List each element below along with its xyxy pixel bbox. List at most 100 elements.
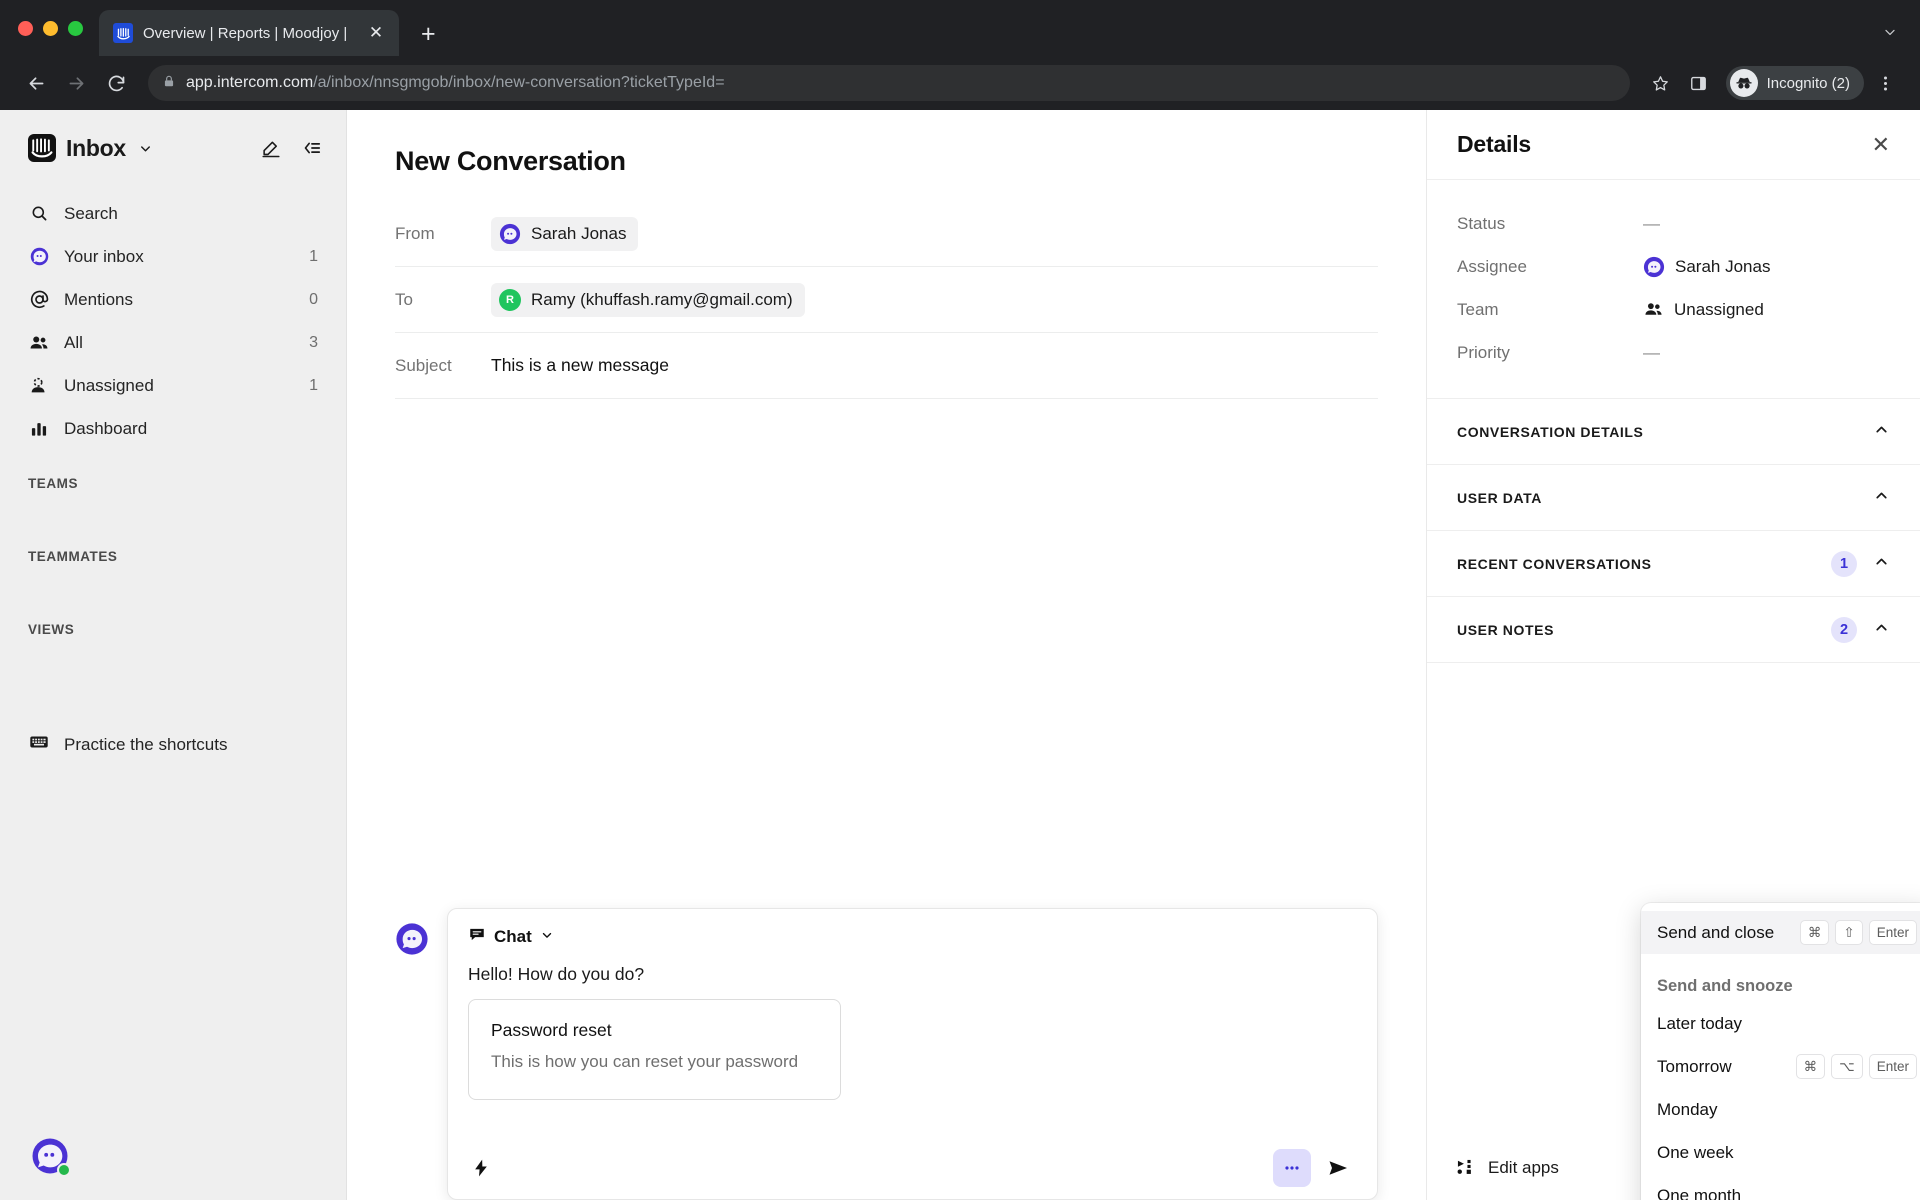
status-badge: 2 [1831, 616, 1857, 643]
key-enter: Enter [1868, 1054, 1917, 1079]
close-icon[interactable]: ✕ [1872, 133, 1890, 156]
side-panel-icon[interactable] [1682, 66, 1716, 100]
menu-item-label: Tomorrow [1657, 1056, 1732, 1076]
edit-apps-button[interactable]: Edit apps [1457, 1158, 1559, 1178]
shortcut-keys: ⌘ ⇧ Enter [1799, 920, 1917, 945]
attribute-row-team: Team Unassigned [1457, 288, 1890, 331]
conversation-composer-area: New Conversation From Sarah Jonas To R R… [347, 110, 1426, 908]
profile-incognito-button[interactable]: Incognito (2) [1725, 66, 1864, 100]
chevron-up-icon[interactable] [1873, 487, 1890, 509]
chevron-down-icon[interactable] [138, 141, 153, 156]
section-controls [1873, 421, 1890, 443]
avatar[interactable] [30, 1136, 71, 1177]
sidebar-item-search[interactable]: Search [16, 192, 330, 235]
attribute-key: Assignee [1457, 256, 1527, 276]
browser-tab[interactable]: Overview | Reports | Moodjoy | ✕ [99, 10, 399, 56]
sidebar-section-teams[interactable]: TEAMS [28, 476, 318, 491]
composer-type-selector[interactable]: Chat [468, 925, 554, 948]
sidebar-section-teammates[interactable]: TEAMMATES [28, 549, 318, 564]
composer-message-text[interactable]: Hello! How do you do? [468, 964, 1357, 985]
menu-item-monday[interactable]: Monday [1641, 1088, 1920, 1131]
browser-menu-icon[interactable] [1868, 66, 1902, 100]
close-tab-icon[interactable]: ✕ [365, 23, 387, 43]
minimize-window-button[interactable] [43, 20, 58, 36]
new-tab-button[interactable]: + [421, 22, 436, 47]
attribute-value[interactable]: — [1643, 343, 1660, 363]
key-cmd: ⌘ [1799, 920, 1830, 945]
subject-input[interactable]: This is a new message [491, 355, 669, 376]
details-section-recent-conversations[interactable]: RECENT CONVERSATIONS 1 [1427, 531, 1920, 597]
lightning-icon[interactable] [468, 1155, 494, 1181]
attribute-value-wrap[interactable]: Unassigned [1643, 299, 1764, 320]
sidebar-item-count: 0 [309, 290, 318, 308]
sidebar-item-label: Mentions [64, 289, 133, 309]
edit-apps-label: Edit apps [1488, 1158, 1559, 1177]
from-sender-chip[interactable]: Sarah Jonas [491, 216, 639, 251]
sidebar-header: Inbox [0, 110, 346, 162]
details-section-user-notes[interactable]: USER NOTES 2 [1427, 597, 1920, 663]
section-title: RECENT CONVERSATIONS [1457, 555, 1652, 572]
back-button[interactable] [18, 65, 54, 101]
compose-icon[interactable] [260, 137, 282, 159]
section-title: USER NOTES [1457, 621, 1555, 638]
practice-shortcuts-link[interactable]: Practice the shortcuts [0, 731, 346, 758]
attribute-value: Unassigned [1674, 299, 1764, 319]
attribute-value[interactable]: — [1643, 214, 1660, 234]
chat-bubble-icon [468, 925, 486, 948]
address-bar[interactable]: app.intercom.com/a/inbox/nnsgmgob/inbox/… [148, 65, 1630, 101]
chevron-up-icon[interactable] [1873, 553, 1890, 575]
avatar [499, 223, 521, 245]
tab-title: Overview | Reports | Moodjoy | [143, 24, 348, 42]
send-options-menu: Send and close ⌘ ⇧ Enter Send and snooze… [1641, 903, 1920, 1200]
bookmark-star-icon[interactable] [1644, 66, 1678, 100]
incognito-icon [1729, 69, 1758, 97]
maximize-window-button[interactable] [68, 20, 83, 36]
section-title: USER DATA [1457, 489, 1542, 506]
sidebar-item-unassigned[interactable]: Unassigned 1 [16, 364, 330, 407]
sidebar-item-all[interactable]: All 3 [16, 321, 330, 364]
section-title: CONVERSATION DETAILS [1457, 423, 1644, 440]
collapse-sidebar-icon[interactable] [300, 137, 322, 159]
apps-grid-icon [1457, 1159, 1476, 1178]
unassigned-person-icon [28, 375, 50, 397]
intercom-logo-icon [28, 134, 56, 162]
chevron-up-icon[interactable] [1873, 421, 1890, 443]
more-options-icon[interactable] [1273, 1149, 1311, 1187]
sidebar-item-label: Your inbox [64, 246, 144, 266]
chevron-up-icon[interactable] [1873, 619, 1890, 641]
sidebar-section-views[interactable]: VIEWS [28, 622, 318, 637]
subject-label: Subject [395, 355, 452, 375]
details-title: Details [1457, 131, 1532, 157]
menu-item-later-today[interactable]: Later today [1641, 1002, 1920, 1045]
details-section-conversation-details[interactable]: CONVERSATION DETAILS [1427, 399, 1920, 465]
conversation-body-empty [395, 399, 1378, 908]
attribute-value-wrap[interactable]: Sarah Jonas [1643, 256, 1770, 278]
sidebar-item-dashboard[interactable]: Dashboard [16, 407, 330, 450]
sidebar-item-label: Unassigned [64, 375, 154, 395]
section-controls: 1 [1831, 550, 1890, 577]
attribute-value: Sarah Jonas [1675, 256, 1771, 276]
intercom-favicon [113, 23, 133, 43]
close-window-button[interactable] [18, 20, 33, 36]
menu-item-label: Send and close [1657, 922, 1775, 942]
reload-button[interactable] [98, 65, 134, 101]
sidebar-item-count: 1 [309, 247, 318, 265]
inbox-avatar-icon [28, 246, 50, 267]
sidebar-item-mentions[interactable]: Mentions 0 [16, 278, 330, 321]
composer-toolbar-left [468, 1155, 494, 1181]
attribute-row-priority: Priority — [1457, 331, 1890, 374]
avatar [395, 922, 429, 956]
chevron-down-icon[interactable] [1882, 24, 1898, 44]
menu-item-tomorrow[interactable]: Tomorrow ⌘ ⌥ Enter [1641, 1045, 1920, 1088]
menu-item-one-month[interactable]: One month [1641, 1174, 1920, 1200]
macro-card[interactable]: Password reset This is how you can reset… [468, 999, 841, 1100]
send-icon[interactable] [1319, 1149, 1357, 1187]
to-recipient-chip[interactable]: R Ramy (khuffash.ramy@gmail.com) [491, 282, 805, 317]
menu-item-one-week[interactable]: One week [1641, 1131, 1920, 1174]
sidebar-item-your-inbox[interactable]: Your inbox 1 [16, 235, 330, 278]
forward-button[interactable] [58, 65, 94, 101]
menu-item-label: One week [1657, 1142, 1734, 1162]
to-row: To R Ramy (khuffash.ramy@gmail.com) [395, 267, 1378, 333]
menu-item-send-and-close[interactable]: Send and close ⌘ ⇧ Enter [1641, 911, 1920, 954]
details-section-user-data[interactable]: USER DATA [1427, 465, 1920, 531]
